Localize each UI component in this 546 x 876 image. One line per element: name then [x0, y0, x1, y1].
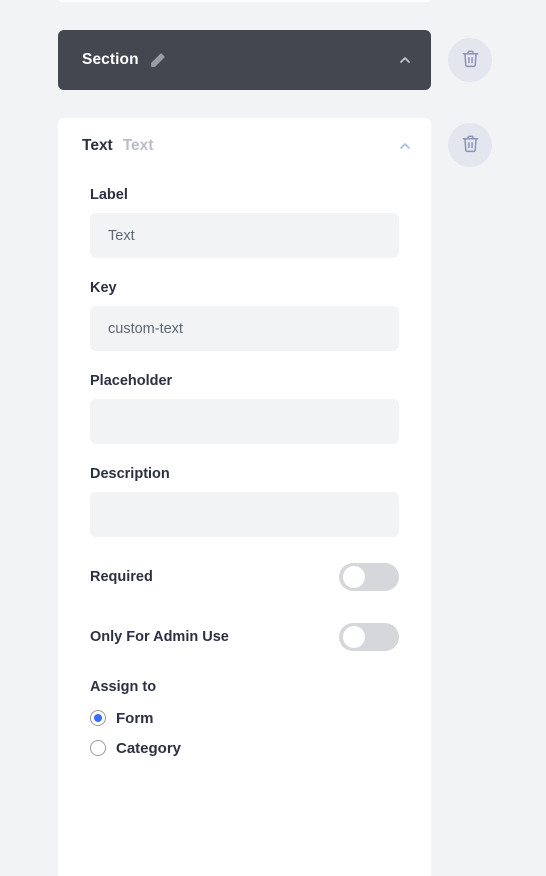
- field-header[interactable]: Text Text: [58, 118, 431, 173]
- assign-to-option-category[interactable]: Category: [90, 733, 399, 763]
- required-toggle[interactable]: [339, 563, 399, 591]
- key-input[interactable]: [90, 306, 399, 351]
- chevron-up-icon[interactable]: [397, 138, 413, 154]
- trash-icon: [461, 49, 480, 71]
- assign-to-option-form[interactable]: Form: [90, 703, 399, 733]
- placeholder-field-label: Placeholder: [90, 373, 173, 389]
- required-row: Required: [90, 559, 399, 595]
- assign-to-option-label: Form: [116, 709, 154, 727]
- field-name-label: Text: [122, 136, 154, 154]
- radio-icon: [90, 740, 106, 756]
- description-input[interactable]: [90, 492, 399, 537]
- admin-only-row: Only For Admin Use: [90, 619, 399, 655]
- placeholder-input[interactable]: [90, 399, 399, 444]
- description-field-label: Description: [90, 466, 170, 482]
- toggle-knob: [343, 566, 365, 588]
- label-field-label: Label: [90, 187, 128, 203]
- key-field-label: Key: [90, 280, 117, 296]
- pencil-icon[interactable]: [149, 52, 166, 69]
- section-header[interactable]: Section: [58, 30, 431, 90]
- required-label: Required: [90, 569, 153, 585]
- assign-to-option-label: Category: [116, 739, 182, 757]
- field-body: Label Key Placeholder Description Requir…: [58, 173, 431, 763]
- section-delete-button[interactable]: [448, 38, 492, 82]
- radio-icon: [90, 710, 106, 726]
- section-block: Section: [58, 30, 431, 90]
- label-input[interactable]: [90, 213, 399, 258]
- form-builder-panel: Section Text Text Label Text Key custom-…: [0, 0, 546, 876]
- toggle-knob: [343, 626, 365, 648]
- section-title: Section: [82, 51, 139, 68]
- previous-card-edge: [58, 0, 431, 2]
- field-type-label: Text: [82, 136, 113, 154]
- field-card: Text Text Label Key Placeholder Descript…: [58, 118, 431, 876]
- admin-only-label: Only For Admin Use: [90, 629, 229, 645]
- trash-icon: [461, 134, 480, 156]
- chevron-up-icon[interactable]: [397, 52, 413, 68]
- field-delete-button[interactable]: [448, 123, 492, 167]
- admin-only-toggle[interactable]: [339, 623, 399, 651]
- assign-to-label: Assign to: [90, 679, 157, 695]
